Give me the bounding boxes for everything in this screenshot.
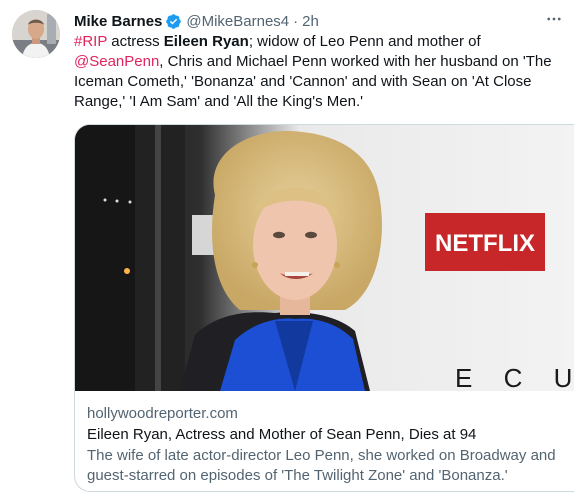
card-domain: hollywoodreporter.com bbox=[87, 405, 238, 422]
card-description: The wife of late actor-director Leo Penn… bbox=[87, 447, 556, 484]
card-meta: hollywoodreporter.com Eileen Ryan, Actre… bbox=[75, 391, 574, 486]
card-image[interactable]: NETFLIX E C U bbox=[75, 125, 574, 391]
avatar-photo bbox=[12, 10, 60, 58]
backdrop-letters: E C U bbox=[455, 363, 574, 391]
author-handle[interactable]: @MikeBarnes4 bbox=[186, 13, 289, 30]
tweet[interactable]: Mike Barnes @MikeBarnes4 · 2h #RIP actre… bbox=[0, 0, 574, 492]
tweet-text-part: actress bbox=[107, 33, 164, 50]
netflix-logo: NETFLIX bbox=[435, 230, 535, 257]
separator-dot: · bbox=[293, 12, 299, 30]
link-card[interactable]: NETFLIX E C U hollywoodreporter.com Eile… bbox=[74, 124, 574, 492]
tweet-header: Mike Barnes @MikeBarnes4 · 2h bbox=[74, 11, 319, 31]
tweet-text-bold: Eileen Ryan bbox=[163, 33, 249, 50]
more-icon[interactable] bbox=[544, 9, 564, 29]
author-name[interactable]: Mike Barnes bbox=[74, 13, 162, 30]
card-title[interactable]: Eileen Ryan, Actress and Mother of Sean … bbox=[87, 425, 562, 445]
hashtag-link[interactable]: #RIP bbox=[74, 33, 107, 50]
tweet-text-part: ; widow of Leo Penn and mother of bbox=[248, 33, 481, 50]
card-photo: NETFLIX E C U bbox=[75, 125, 574, 391]
avatar[interactable] bbox=[12, 10, 60, 58]
timestamp[interactable]: 2h bbox=[302, 13, 319, 30]
mention-link[interactable]: @SeanPenn bbox=[74, 53, 159, 70]
verified-badge-icon bbox=[165, 13, 182, 30]
tweet-text: #RIP actress Eileen Ryan; widow of Leo P… bbox=[74, 32, 569, 112]
